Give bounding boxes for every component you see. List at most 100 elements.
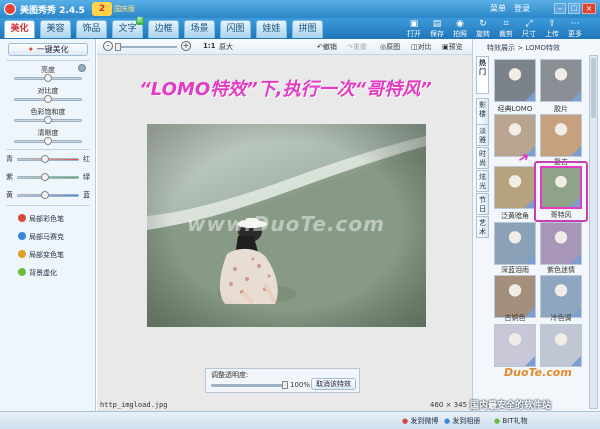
effect-label: 古铜色 [504, 314, 526, 322]
tab-frame[interactable]: 边框 [148, 20, 179, 38]
tab-scene[interactable]: 场景 [184, 20, 215, 38]
local-mosaic-tool[interactable]: 局部马赛克 [18, 232, 64, 242]
login-button[interactable]: 登录 [514, 3, 530, 14]
app-title: 美图秀秀 2.4.5 [20, 6, 85, 16]
category-tab-hot[interactable]: 热门 [476, 56, 489, 94]
original-size-button[interactable]: 原大 [219, 42, 233, 52]
zoom-slider[interactable] [115, 43, 177, 51]
download-corner-icon [571, 146, 581, 156]
camera-icon: ◉ [456, 19, 464, 29]
slider-thumb[interactable] [44, 116, 52, 124]
effect-thumb-cool[interactable] [540, 275, 582, 318]
slider-thumb[interactable] [41, 173, 49, 181]
rotate-button[interactable]: ↻ 旋转 [473, 19, 493, 39]
tab-text[interactable]: 文字新 [112, 17, 144, 38]
original-button[interactable]: ◎原图 [380, 42, 400, 52]
filename-label: http_imgload.jpg [100, 401, 168, 409]
slider-thumb[interactable] [44, 95, 52, 103]
reset-icon[interactable] [78, 64, 86, 72]
effect-thumb-deep-blue[interactable] [494, 222, 536, 265]
effect-thumb-purple[interactable] [540, 222, 582, 265]
cancel-effect-button[interactable]: 取消该特效 [311, 378, 356, 390]
local-recolor-pen-tool[interactable]: 局部变色笔 [18, 250, 64, 260]
upload-button[interactable]: ⇧ 上传 [542, 19, 562, 39]
category-tab-holiday[interactable]: 节日 [476, 193, 489, 215]
category-tab-glow[interactable]: 炫光 [476, 170, 489, 192]
category-tab-elegant[interactable]: 淡雅 [476, 124, 489, 146]
brightness-slider[interactable] [14, 74, 82, 82]
background-blur-tool[interactable]: 背景虚化 [18, 268, 57, 278]
bit-gift-button[interactable]: ● BIT礼物 [494, 416, 528, 426]
opacity-slider[interactable] [211, 381, 288, 389]
compare-icon: ◫ [411, 43, 418, 51]
menu-button[interactable]: 菜单 [490, 3, 506, 14]
slider-thumb[interactable] [44, 74, 52, 82]
tab-collage[interactable]: 拼图 [292, 20, 323, 38]
local-color-pen-tool[interactable]: 局部彩色笔 [18, 214, 64, 224]
scrollbar-thumb[interactable] [591, 58, 596, 118]
main-tab-bar: 美化 美容 饰品 文字新 边框 场景 闪图 娃娃 拼图 ▣ 打开 ▤ 保存 ◉ 拍照 … [0, 17, 600, 39]
effect-thumb-classic-lomo[interactable] [494, 59, 536, 102]
effect-thumb-retro[interactable] [540, 114, 582, 157]
slider-thumb[interactable] [41, 155, 49, 163]
contrast-slider[interactable] [14, 95, 82, 103]
tab-beautify[interactable]: 美化 [4, 20, 35, 38]
panel-divider [6, 205, 90, 206]
share-album-button[interactable]: ● 发到相册 [444, 416, 480, 426]
version-badge: 2 [92, 2, 112, 16]
open-button[interactable]: ▣ 打开 [404, 19, 424, 39]
slider-thumb[interactable] [115, 43, 121, 51]
download-corner-icon [525, 254, 535, 264]
cyan-label: 青 [6, 155, 13, 163]
status-bar: ● 发到微博 ● 发到相册 ● BIT礼物 国内最安全的软件站 [0, 401, 600, 429]
slider-thumb[interactable] [44, 137, 52, 145]
effect-thumb-bronze[interactable] [494, 275, 536, 318]
opacity-panel: 调整透明度: 100% 取消该特效 [205, 368, 360, 393]
sharpness-slider[interactable] [14, 137, 82, 145]
compare-button[interactable]: ◫对比 [411, 42, 432, 52]
redo-button[interactable]: ↷重做 [347, 42, 367, 52]
minimize-button[interactable]: – [554, 3, 566, 14]
title-bar: 美图秀秀 2.4.5 2 国庆版 菜单 登录 – □ × [0, 0, 600, 18]
effect-thumb-3[interactable] [494, 114, 536, 157]
one-click-beautify-button[interactable]: ✦ 一键美化 [8, 43, 88, 56]
opacity-value: 100% [290, 381, 311, 389]
camera-button[interactable]: ◉ 拍照 [450, 19, 470, 39]
resize-button[interactable]: ⤢ 尺寸 [519, 19, 539, 39]
weibo-icon: ● [402, 417, 409, 425]
preview-button[interactable]: ▣预览 [442, 42, 463, 52]
category-tab-fashion[interactable]: 时尚 [476, 147, 489, 169]
category-tab-art[interactable]: 艺术 [476, 216, 489, 238]
close-button[interactable]: × [582, 3, 596, 14]
slider-thumb[interactable] [282, 381, 288, 389]
opacity-label: 调整透明度: [211, 371, 249, 379]
tab-flash[interactable]: 闪图 [220, 20, 251, 38]
slider-thumb[interactable] [41, 191, 49, 199]
tab-accessories[interactable]: 饰品 [76, 20, 107, 38]
share-weibo-button[interactable]: ● 发到微博 [402, 416, 438, 426]
red-label: 红 [83, 155, 90, 163]
purple-green-slider[interactable] [17, 173, 79, 181]
app-logo-icon [4, 3, 16, 15]
rotate-icon: ↻ [479, 19, 487, 29]
yellow-blue-slider[interactable] [17, 191, 79, 199]
maximize-button[interactable]: □ [568, 3, 580, 14]
open-icon: ▣ [409, 19, 419, 29]
undo-button[interactable]: ↶撤销 [317, 42, 337, 52]
upload-icon: ⇧ [548, 19, 556, 29]
zoom-in-icon[interactable]: + [181, 41, 191, 51]
zoom-out-icon[interactable]: – [103, 41, 113, 51]
crop-button[interactable]: ⌗ 裁剪 [496, 19, 516, 39]
save-button[interactable]: ▤ 保存 [427, 19, 447, 39]
tab-doll[interactable]: 娃娃 [256, 20, 287, 38]
more-button[interactable]: ⋯ 更多 [565, 19, 585, 39]
effect-thumb-yellow-vignette[interactable] [494, 166, 536, 209]
effect-label: 哥特风 [550, 211, 572, 219]
saturation-slider[interactable] [14, 116, 82, 124]
effect-thumb-film[interactable] [540, 59, 582, 102]
blur-icon [18, 268, 26, 276]
download-corner-icon [571, 91, 581, 101]
annotation-text: “LOMO特效”下,执行一次“哥特风” [139, 79, 432, 100]
cyan-red-slider[interactable] [17, 155, 79, 163]
tab-beauty[interactable]: 美容 [40, 20, 71, 38]
